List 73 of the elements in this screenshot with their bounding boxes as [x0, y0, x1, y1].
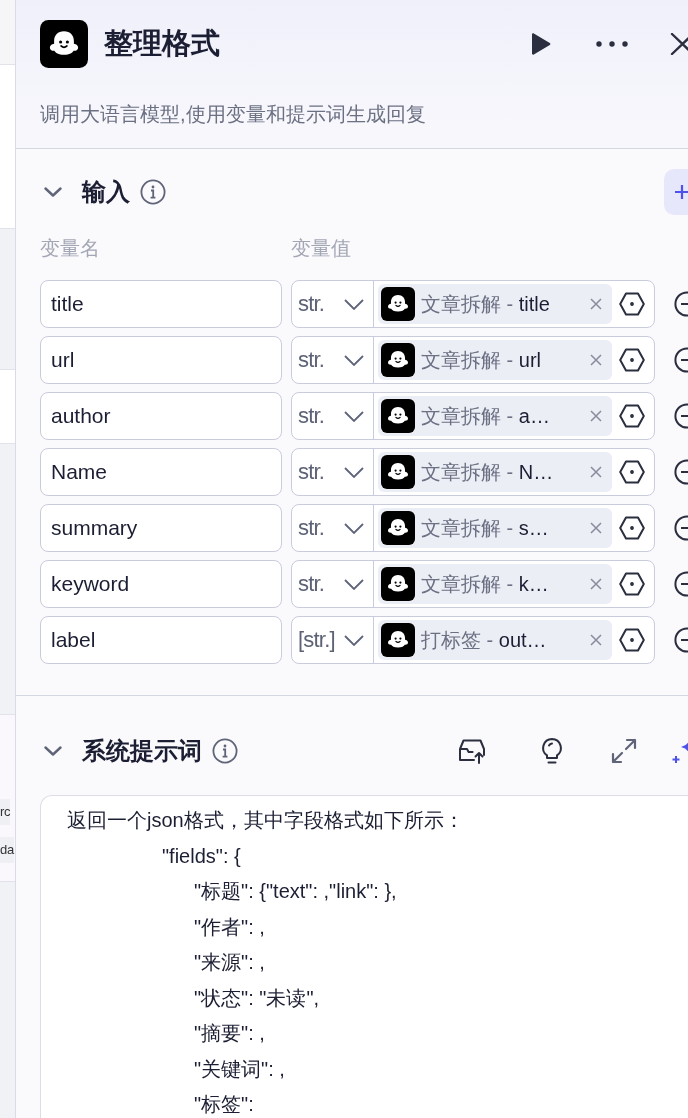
caret-icon: [344, 578, 364, 590]
more-icon[interactable]: [596, 41, 628, 47]
reference-text: 文章拆解 - N…: [421, 459, 555, 485]
caret-icon: [344, 298, 364, 310]
node-title: 整理格式: [104, 26, 220, 61]
type-select[interactable]: str.: [292, 393, 374, 439]
prompt-line: "标签":: [194, 1092, 254, 1117]
prompt-line: 返回一个json格式，其中字段格式如下所示：: [67, 808, 464, 833]
variable-name-field[interactable]: Name: [40, 448, 282, 496]
type-select[interactable]: str.: [292, 505, 374, 551]
reference-text: 文章拆解 - s…: [421, 515, 550, 541]
ghost-icon: [381, 343, 415, 377]
caret-icon: [344, 354, 364, 366]
ghost-icon: [381, 623, 415, 657]
prompt-line: "作者": ,: [194, 914, 265, 940]
reference-text: 文章拆解 - title: [421, 291, 551, 317]
ghost-icon: [381, 287, 415, 321]
node-description: 调用大语言模型,使用变量和提示词生成回复: [40, 102, 426, 127]
variable-name-field[interactable]: keyword: [40, 560, 282, 608]
lightbulb-icon[interactable]: [540, 737, 564, 765]
reference-text: 文章拆解 - k…: [421, 571, 550, 597]
section-title: 系统提示词: [82, 736, 202, 766]
type-select[interactable]: str.: [292, 449, 374, 495]
ghost-icon: [381, 567, 415, 601]
info-icon[interactable]: [212, 738, 238, 764]
caret-icon: [344, 410, 364, 422]
node-label: da: [0, 837, 14, 863]
prompt-line: "来源": ,: [194, 950, 265, 975]
type-select[interactable]: [str.]: [292, 617, 374, 663]
chevron-icon[interactable]: [44, 746, 62, 756]
reference-text: 文章拆解 - a…: [421, 403, 551, 429]
ghost-icon: [40, 20, 88, 68]
caret-icon: [344, 522, 364, 534]
hexagon-icon[interactable]: [619, 292, 645, 316]
type-select[interactable]: str.: [292, 337, 374, 383]
ghost-icon: [381, 399, 415, 433]
expand-icon[interactable]: [610, 737, 638, 765]
prompt-line: "摘要": ,: [194, 1021, 265, 1046]
reference-text: 打标签 - out…: [421, 627, 548, 653]
hexagon-icon[interactable]: [619, 348, 645, 372]
hexagon-icon[interactable]: [619, 404, 645, 428]
close-icon[interactable]: [670, 33, 688, 55]
caret-icon: [344, 634, 364, 646]
section-title: 输入: [82, 177, 130, 207]
ghost-icon: [381, 455, 415, 489]
plus-icon: [675, 184, 688, 200]
add-button[interactable]: [664, 169, 688, 215]
variable-name-field[interactable]: url: [40, 336, 282, 384]
prompt-line: "fields": {: [162, 843, 241, 869]
type-select[interactable]: str.: [292, 281, 374, 327]
hexagon-icon[interactable]: [619, 628, 645, 652]
variable-name-field[interactable]: summary: [40, 504, 282, 552]
chevron-icon[interactable]: [44, 187, 62, 197]
play-icon[interactable]: [530, 32, 552, 56]
caret-icon: [344, 466, 364, 478]
variable-name-field[interactable]: title: [40, 280, 282, 328]
type-select[interactable]: str.: [292, 561, 374, 607]
hexagon-icon[interactable]: [619, 572, 645, 596]
column-header: 变量值: [291, 236, 351, 261]
info-icon[interactable]: [140, 179, 166, 205]
prompt-editor[interactable]: 返回一个json格式，其中字段格式如下所示： "fields": { "标题": {"text": ,"link": }, "作者": , "来源": , "状态": "未读", "摘要": , "关键词": , "标签":: [40, 795, 688, 1118]
node-label: rc: [0, 799, 11, 825]
prompt-line: "状态": "未读",: [194, 985, 320, 1011]
inbox-upload-icon[interactable]: [458, 738, 486, 764]
hexagon-icon[interactable]: [619, 516, 645, 540]
prompt-line: "关键词": ,: [194, 1056, 285, 1082]
ghost-icon: [381, 511, 415, 545]
column-header: 变量名: [40, 236, 101, 261]
variable-name-field[interactable]: label: [40, 616, 282, 664]
hexagon-icon[interactable]: [619, 460, 645, 484]
prompt-line: "标题": {"text": ,"link": },: [194, 879, 397, 904]
reference-text: 文章拆解 - url: [421, 347, 542, 373]
variable-name-field[interactable]: author: [40, 392, 282, 440]
